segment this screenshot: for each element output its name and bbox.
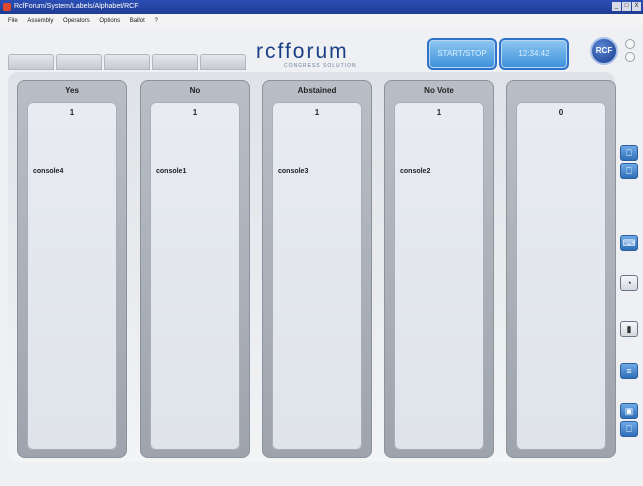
column-count: 1 bbox=[314, 108, 320, 117]
tab-3[interactable] bbox=[104, 54, 150, 70]
app-icon bbox=[3, 3, 11, 11]
column-title: No bbox=[189, 86, 201, 95]
small-blue-icon[interactable]: ⎕ bbox=[620, 163, 638, 179]
maximize-button[interactable]: □ bbox=[622, 2, 631, 11]
column-list: 1 console2 bbox=[394, 102, 484, 450]
column-count: 0 bbox=[558, 108, 564, 117]
column-title: No Vote bbox=[424, 86, 454, 95]
menu-file[interactable]: File bbox=[8, 18, 18, 24]
small-blue-icon[interactable]: ⎕ bbox=[620, 145, 638, 161]
column-no: No 1 console1 bbox=[140, 80, 250, 458]
list-item[interactable]: console2 bbox=[400, 168, 430, 175]
window-titlebar: RcfForum/System/Labels/Alphabet/RCF _ □ … bbox=[0, 0, 643, 14]
brand-logo: rcfforum CONGRESS SOLUTION bbox=[256, 40, 416, 69]
list-item[interactable]: console4 bbox=[33, 168, 63, 175]
column-count: 1 bbox=[436, 108, 442, 117]
close-button[interactable]: X bbox=[632, 2, 641, 11]
column-list: 1 console3 bbox=[272, 102, 362, 450]
menu-ballot[interactable]: Ballot bbox=[130, 18, 145, 24]
window-title: RcfForum/System/Labels/Alphabet/RCF bbox=[14, 3, 139, 10]
monitor-icon[interactable]: ▣ bbox=[620, 403, 638, 419]
keyboard-icon[interactable]: ⌨ bbox=[620, 235, 638, 251]
rcf-logo-badge: RCF bbox=[590, 37, 618, 65]
menu-assembly[interactable]: Assembly bbox=[27, 18, 53, 24]
tab-5[interactable] bbox=[200, 54, 246, 70]
list-icon[interactable]: ≡ bbox=[620, 363, 638, 379]
logo-text: rcfforum bbox=[256, 40, 349, 63]
column-count: 1 bbox=[69, 108, 75, 117]
column-title: Yes bbox=[65, 86, 79, 95]
column-count: 1 bbox=[192, 108, 198, 117]
column-list: 1 console1 bbox=[150, 102, 240, 450]
tab-2[interactable] bbox=[56, 54, 102, 70]
window-controls: _ □ X bbox=[612, 2, 641, 11]
column-empty: 0 bbox=[506, 80, 616, 458]
radio-option-2[interactable] bbox=[625, 52, 635, 62]
minimize-button[interactable]: _ bbox=[612, 2, 621, 11]
column-list: 1 console4 bbox=[27, 102, 117, 450]
column-no-vote: No Vote 1 console2 bbox=[384, 80, 494, 458]
list-item[interactable]: console3 bbox=[278, 168, 308, 175]
menu-help[interactable]: ? bbox=[154, 18, 157, 24]
right-toolbar: ⎕ ⎕ ⌨ ◔ ▮ ≡ ▣ ⎕ bbox=[620, 145, 638, 445]
pie-chart-icon[interactable]: ◔ bbox=[620, 275, 638, 291]
top-tabstrip bbox=[8, 54, 246, 70]
logo-subtitle: CONGRESS SOLUTION bbox=[284, 63, 357, 69]
clock-display: 12:34:42 bbox=[499, 38, 569, 70]
column-title: Abstained bbox=[297, 86, 337, 95]
start-stop-button[interactable]: START/STOP bbox=[427, 38, 497, 70]
small-blue-icon[interactable]: ⎕ bbox=[620, 421, 638, 437]
menu-operators[interactable]: Operators bbox=[63, 18, 90, 24]
tab-1[interactable] bbox=[8, 54, 54, 70]
list-item[interactable]: console1 bbox=[156, 168, 186, 175]
column-abstained: Abstained 1 console3 bbox=[262, 80, 372, 458]
column-list: 0 bbox=[516, 102, 606, 450]
bar-chart-icon[interactable]: ▮ bbox=[620, 321, 638, 337]
column-yes: Yes 1 console4 bbox=[17, 80, 127, 458]
tab-4[interactable] bbox=[152, 54, 198, 70]
menu-options[interactable]: Options bbox=[99, 18, 120, 24]
radio-option-1[interactable] bbox=[625, 39, 635, 49]
menu-bar: File Assembly Operators Options Ballot ? bbox=[0, 14, 643, 28]
